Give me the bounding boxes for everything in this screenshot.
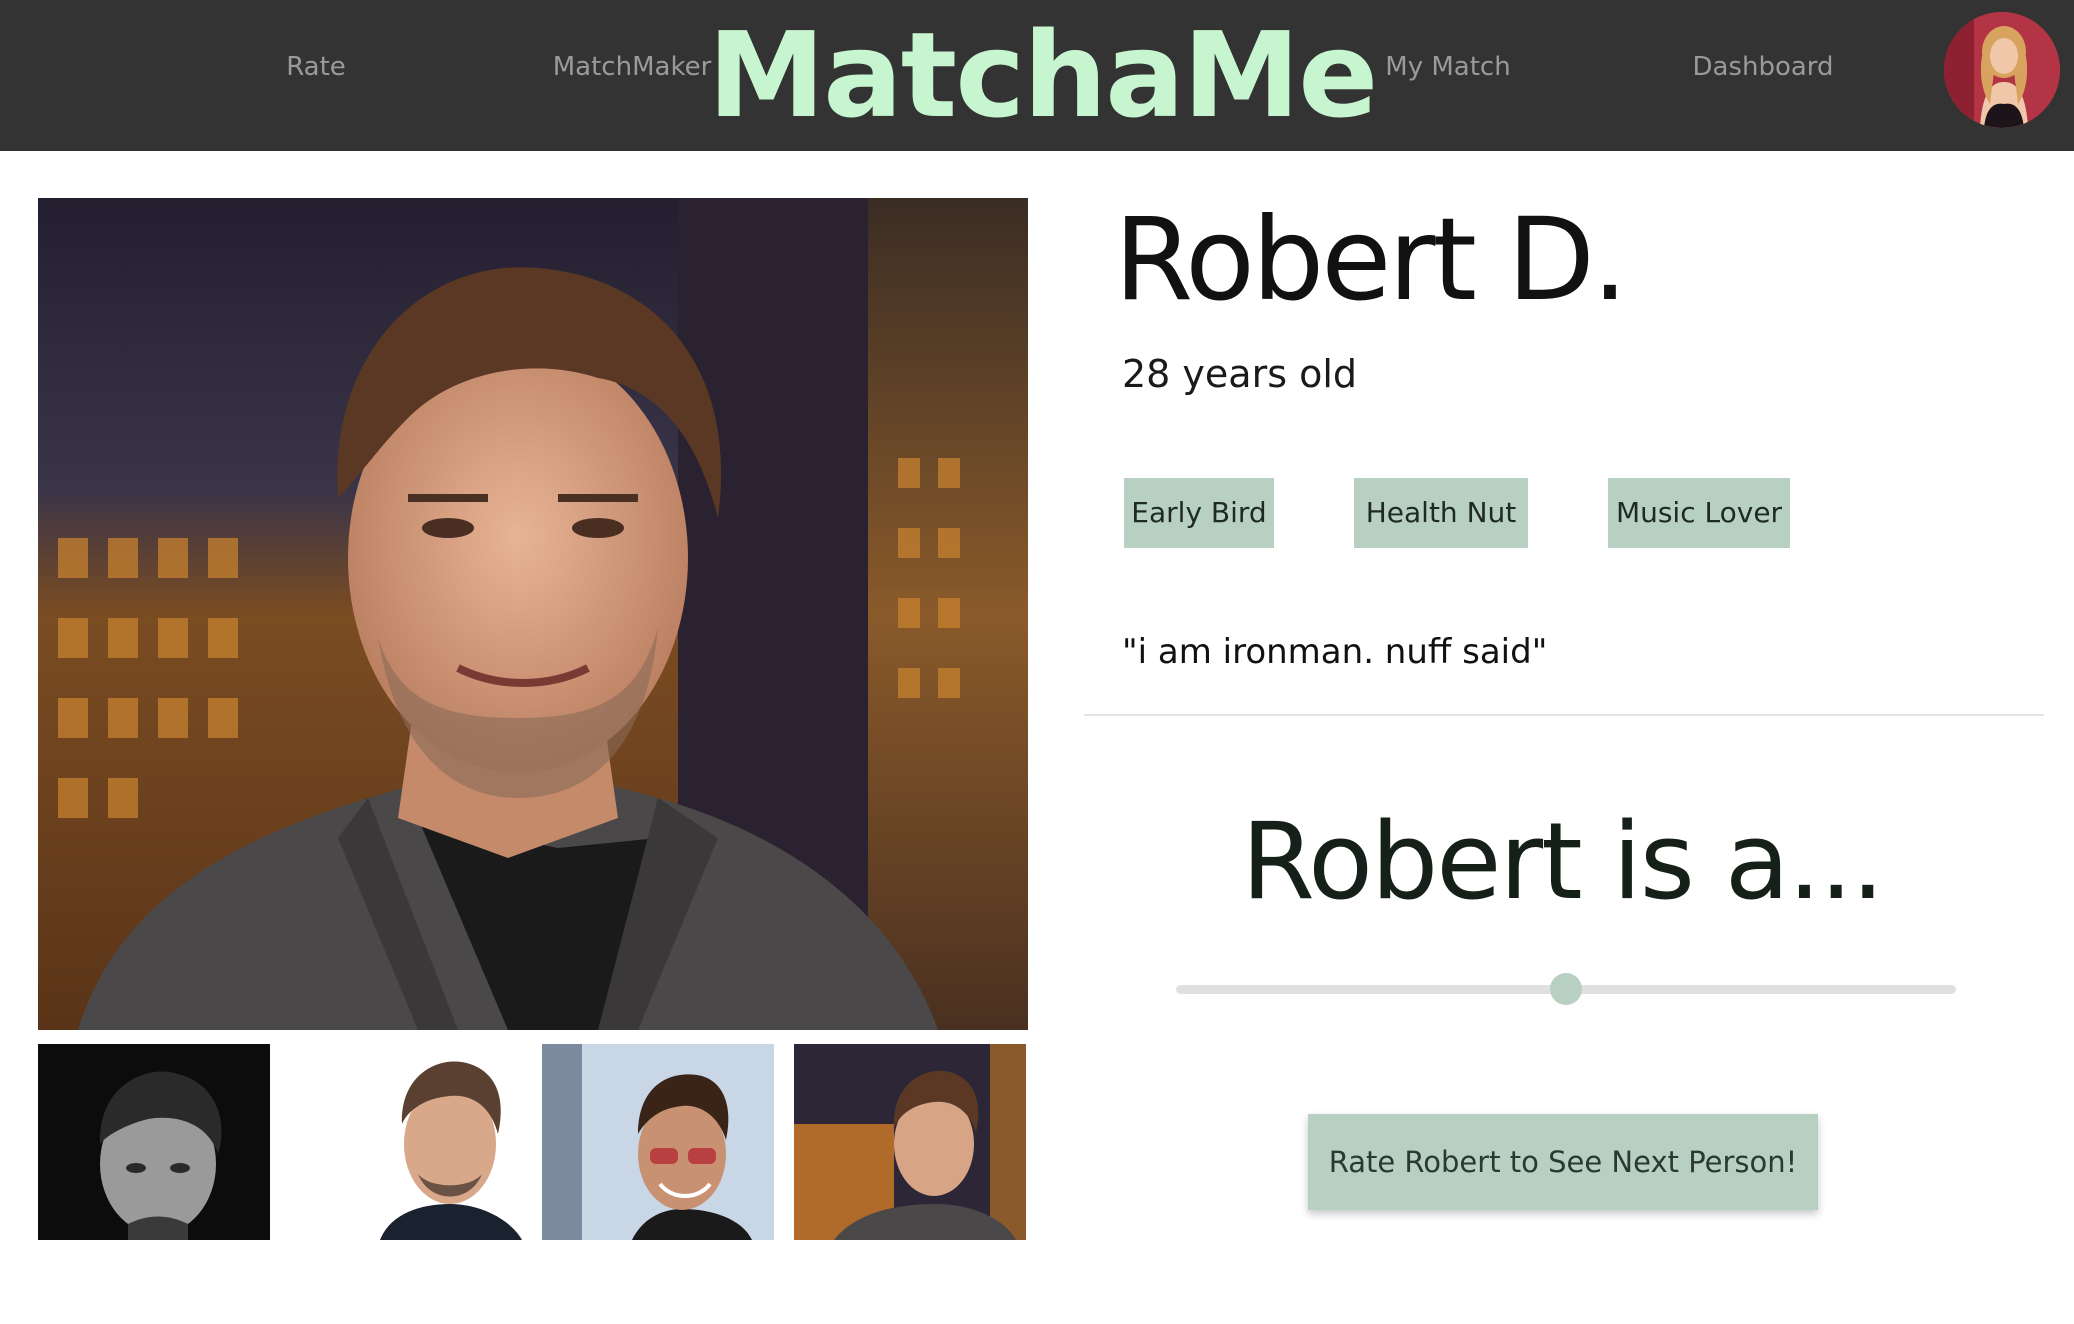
nav-link-matchmaker[interactable]: MatchMaker — [553, 52, 712, 82]
profile-quote: "i am ironman. nuff said" — [1122, 632, 1548, 672]
thumbnail-image — [542, 1044, 774, 1240]
nav-link-dashboard[interactable]: Dashboard — [1692, 52, 1833, 82]
rating-heading: Robert is a... — [1241, 800, 1884, 923]
tag-early-bird: Early Bird — [1124, 478, 1274, 548]
profile-age: 28 years old — [1122, 352, 1358, 396]
user-avatar[interactable] — [1944, 12, 2060, 128]
thumbnail-photo-3[interactable] — [542, 1044, 774, 1240]
tag-health-nut: Health Nut — [1354, 478, 1528, 548]
tag-music-lover: Music Lover — [1608, 478, 1790, 548]
thumbnail-photo-1[interactable] — [38, 1044, 270, 1240]
slider-thumb[interactable] — [1550, 973, 1582, 1005]
main-profile-photo — [38, 198, 1028, 1030]
profile-name: Robert D. — [1114, 193, 1628, 326]
section-divider — [1084, 714, 2044, 716]
rate-next-button[interactable]: Rate Robert to See Next Person! — [1308, 1114, 1818, 1210]
thumbnail-image — [38, 1044, 270, 1240]
nav-link-my-match[interactable]: My Match — [1385, 52, 1510, 82]
brand-logo[interactable]: MatchaMe — [708, 8, 1378, 142]
nav-link-rate[interactable]: Rate — [286, 52, 346, 82]
thumbnail-image — [794, 1044, 1026, 1240]
thumbnail-photo-4[interactable] — [794, 1044, 1026, 1240]
profile-photo-image — [38, 198, 1028, 1030]
rating-slider[interactable] — [1176, 973, 1956, 1005]
top-navbar: Rate MatchMaker MatchaMe My Match Dashbo… — [0, 0, 2074, 151]
thumbnail-image — [290, 1044, 522, 1240]
user-avatar-icon — [1944, 12, 2060, 128]
thumbnail-photo-2[interactable] — [290, 1044, 522, 1240]
